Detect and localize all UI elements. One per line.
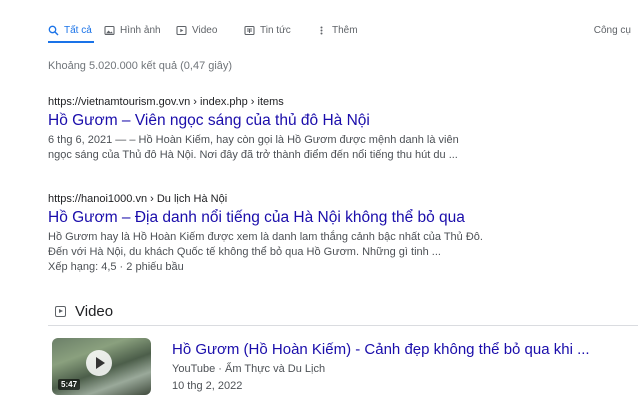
snippet-line: ngọc sáng của Thủ đô Hà Nội. Nơi đây đã … xyxy=(48,149,458,161)
result-snippet: 6 thg 6, 2021 — – Hồ Hoàn Kiếm, hay còn … xyxy=(48,133,623,163)
tab-images-label: Hình ảnh xyxy=(120,25,161,36)
play-icon xyxy=(86,350,112,376)
tab-all[interactable]: Tất cả xyxy=(48,25,94,43)
image-icon xyxy=(104,25,115,36)
video-duration: 5:47 xyxy=(58,379,81,390)
tab-news[interactable]: Tin tức xyxy=(244,25,291,36)
video-title-link[interactable]: Hồ Gươm (Hồ Hoàn Kiếm) - Cảnh đẹp không … xyxy=(172,341,590,358)
result-url[interactable]: https://vietnamtourism.gov.vn › index.ph… xyxy=(48,96,623,108)
search-tabs: Tất cả Hình ảnh Video Tin tức Thêm Công … xyxy=(0,0,639,56)
snippet-line: 6 thg 6, 2021 — – Hồ Hoàn Kiếm, hay còn … xyxy=(48,134,459,146)
news-icon xyxy=(244,25,255,36)
search-result: https://vietnamtourism.gov.vn › index.ph… xyxy=(48,96,623,163)
search-icon xyxy=(48,25,59,36)
video-icon xyxy=(176,25,187,36)
result-stats: Khoảng 5.020.000 kết quả (0,47 giây) xyxy=(48,60,233,72)
tab-images[interactable]: Hình ảnh xyxy=(104,25,161,36)
result-rating: Xếp hạng: 4,5 · 2 phiếu bầu xyxy=(48,261,184,273)
tab-video[interactable]: Video xyxy=(176,25,217,36)
snippet-line: Đến với Hà Nội, du khách Quốc tế không t… xyxy=(48,246,441,258)
video-date: 10 thg 2, 2022 xyxy=(172,380,243,392)
result-url[interactable]: https://hanoi1000.vn › Du lịch Hà Nội xyxy=(48,193,623,205)
tab-video-label: Video xyxy=(192,25,218,36)
result-title-link[interactable]: Hồ Gươm – Viên ngọc sáng của thủ đô Hà N… xyxy=(48,112,623,130)
video-source: YouTube · Ẩm Thực và Du Lịch xyxy=(172,363,326,375)
video-thumbnail[interactable]: 5:47 xyxy=(52,338,151,395)
video-icon xyxy=(55,306,66,317)
search-result: https://hanoi1000.vn › Du lịch Hà Nội Hồ… xyxy=(48,193,623,275)
video-heading-label: Video xyxy=(75,303,114,320)
tab-more[interactable]: Thêm xyxy=(316,25,358,36)
snippet-line: Hồ Gươm hay là Hồ Hoàn Kiếm được xem là … xyxy=(48,231,483,243)
video-result: 5:47 Hồ Gươm (Hồ Hoàn Kiếm) - Cảnh đẹp k… xyxy=(48,333,639,395)
result-snippet: Hồ Gươm hay là Hồ Hoàn Kiếm được xem là … xyxy=(48,230,623,260)
video-section-heading: Video xyxy=(55,303,113,320)
more-vert-icon xyxy=(316,25,327,36)
tab-all-label: Tất cả xyxy=(64,25,92,36)
divider xyxy=(48,325,638,326)
tab-news-label: Tin tức xyxy=(260,25,291,36)
tab-more-label: Thêm xyxy=(332,25,358,36)
tools-button[interactable]: Công cụ xyxy=(594,25,631,36)
result-title-link[interactable]: Hồ Gươm – Địa danh nổi tiếng của Hà Nội … xyxy=(48,209,623,227)
